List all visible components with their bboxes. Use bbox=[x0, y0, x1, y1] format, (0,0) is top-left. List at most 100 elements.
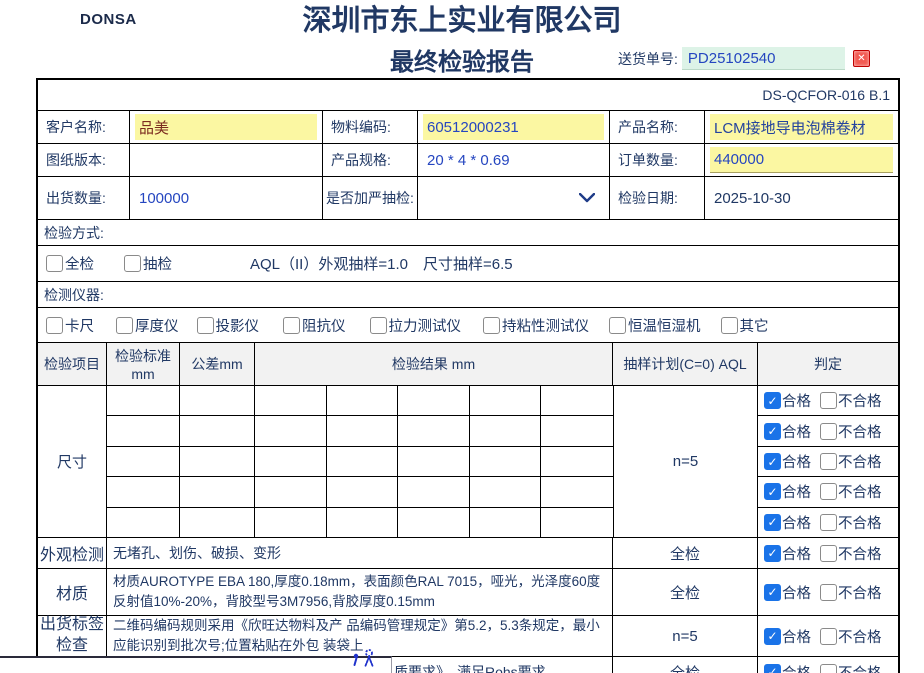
standard-cell[interactable] bbox=[107, 447, 180, 476]
result-cell[interactable] bbox=[541, 477, 613, 506]
fail-label: 不合格 bbox=[838, 626, 882, 647]
fail-checkbox[interactable] bbox=[820, 392, 837, 409]
tolerance-cell[interactable] bbox=[180, 477, 255, 506]
ship-qty-value[interactable]: 100000 bbox=[135, 185, 317, 211]
pass-label: 合格 bbox=[782, 626, 811, 647]
result-cell[interactable] bbox=[470, 416, 542, 445]
result-cell[interactable] bbox=[398, 386, 470, 415]
pass-checkbox[interactable]: ✓ bbox=[764, 483, 781, 500]
pass-checkbox[interactable]: ✓ bbox=[764, 664, 781, 673]
tolerance-cell[interactable] bbox=[180, 447, 255, 476]
result-cell[interactable] bbox=[327, 386, 399, 415]
projector-label: 投影仪 bbox=[216, 315, 260, 336]
tolerance-cell[interactable] bbox=[180, 416, 255, 445]
order-qty-value[interactable]: 440000 bbox=[710, 147, 893, 173]
close-icon[interactable]: ✕ bbox=[853, 50, 870, 67]
standard-cell[interactable] bbox=[107, 386, 180, 415]
product-spec-value[interactable]: 20 * 4 * 0.69 bbox=[423, 147, 604, 173]
result-cell[interactable] bbox=[255, 477, 327, 506]
inspection-date-label: 检验日期: bbox=[610, 177, 705, 219]
pass-checkbox[interactable]: ✓ bbox=[764, 514, 781, 531]
pass-checkbox[interactable]: ✓ bbox=[764, 423, 781, 440]
climate-chamber-label: 恒温恒湿机 bbox=[628, 315, 701, 336]
dimension-row bbox=[107, 477, 613, 507]
tolerance-cell[interactable] bbox=[180, 386, 255, 415]
standard-cell[interactable] bbox=[107, 508, 180, 537]
thickness-gauge-checkbox[interactable] bbox=[116, 317, 133, 334]
appearance-sampling-plan: 全检 bbox=[613, 538, 758, 568]
fail-checkbox[interactable] bbox=[820, 584, 837, 601]
sampling-check-label: 抽检 bbox=[143, 253, 172, 274]
tension-tester-label: 拉力测试仪 bbox=[389, 315, 462, 336]
result-cell[interactable] bbox=[398, 447, 470, 476]
product-name-value[interactable]: LCM接地导电泡棉卷材 bbox=[710, 114, 893, 140]
climate-chamber-checkbox[interactable] bbox=[609, 317, 626, 334]
aql-text: AQL（II）外观抽样=1.0 尺寸抽样=6.5 bbox=[250, 253, 513, 274]
full-check-checkbox[interactable] bbox=[46, 255, 63, 272]
result-cell[interactable] bbox=[255, 447, 327, 476]
fail-label: 不合格 bbox=[838, 451, 882, 472]
result-cell[interactable] bbox=[255, 416, 327, 445]
pass-checkbox[interactable]: ✓ bbox=[764, 392, 781, 409]
chevron-down-icon bbox=[579, 193, 595, 203]
result-cell[interactable] bbox=[541, 508, 613, 537]
result-cell[interactable] bbox=[470, 386, 542, 415]
rohs-sampling-plan: 全检 bbox=[613, 657, 758, 673]
standard-cell[interactable] bbox=[107, 416, 180, 445]
fail-checkbox[interactable] bbox=[820, 483, 837, 500]
strict-sampling-label: 是否加严抽检: bbox=[323, 177, 418, 219]
inspection-date-value[interactable]: 2025-10-30 bbox=[710, 185, 893, 211]
sampling-check-checkbox[interactable] bbox=[124, 255, 141, 272]
dimension-row bbox=[107, 447, 613, 477]
delivery-number-label: 送货单号: bbox=[618, 49, 678, 69]
dimension-section: 尺寸 bbox=[38, 386, 898, 538]
result-cell[interactable] bbox=[255, 386, 327, 415]
projector-checkbox[interactable] bbox=[197, 317, 214, 334]
product-name-label: 产品名称: bbox=[610, 111, 705, 143]
tolerance-cell[interactable] bbox=[180, 508, 255, 537]
result-cell[interactable] bbox=[327, 477, 399, 506]
material-criteria: 材质AUROTYPE EBA 180,厚度0.18mm，表面颜色RAL 7015… bbox=[107, 569, 613, 615]
pass-checkbox[interactable]: ✓ bbox=[764, 453, 781, 470]
info-row-3: 出货数量: 100000 是否加严抽检: 检验日期: 2025-10-30 bbox=[38, 177, 898, 220]
tension-tester-checkbox[interactable] bbox=[370, 317, 387, 334]
drawing-version-value[interactable] bbox=[135, 147, 317, 173]
result-cell[interactable] bbox=[470, 447, 542, 476]
other-instrument-checkbox[interactable] bbox=[721, 317, 738, 334]
fail-checkbox[interactable] bbox=[820, 664, 837, 673]
fail-label: 不合格 bbox=[838, 582, 882, 603]
result-cell[interactable] bbox=[398, 477, 470, 506]
pass-checkbox[interactable]: ✓ bbox=[764, 545, 781, 562]
fail-checkbox[interactable] bbox=[820, 628, 837, 645]
pass-checkbox[interactable]: ✓ bbox=[764, 584, 781, 601]
delivery-number-input[interactable] bbox=[682, 47, 845, 70]
caliper-checkbox[interactable] bbox=[46, 317, 63, 334]
result-cell[interactable] bbox=[470, 508, 542, 537]
result-cell[interactable] bbox=[541, 447, 613, 476]
pass-checkbox[interactable]: ✓ bbox=[764, 628, 781, 645]
result-cell[interactable] bbox=[470, 477, 542, 506]
result-cell[interactable] bbox=[327, 447, 399, 476]
strict-sampling-select[interactable] bbox=[418, 177, 609, 219]
fail-checkbox[interactable] bbox=[820, 423, 837, 440]
drawing-version-label: 图纸版本: bbox=[38, 144, 130, 176]
header-item: 检验项目 bbox=[38, 343, 107, 385]
customer-name-value[interactable]: 品美 bbox=[135, 114, 317, 140]
result-cell[interactable] bbox=[541, 416, 613, 445]
impedance-checkbox[interactable] bbox=[283, 317, 300, 334]
result-cell[interactable] bbox=[398, 416, 470, 445]
adhesion-tester-checkbox[interactable] bbox=[483, 317, 500, 334]
dimension-sampling-plan: n=5 bbox=[613, 386, 758, 537]
result-cell[interactable] bbox=[327, 416, 399, 445]
pass-label: 合格 bbox=[782, 390, 811, 411]
fail-checkbox[interactable] bbox=[820, 514, 837, 531]
fail-checkbox[interactable] bbox=[820, 453, 837, 470]
dimension-row bbox=[107, 508, 613, 537]
standard-cell[interactable] bbox=[107, 477, 180, 506]
result-cell[interactable] bbox=[541, 386, 613, 415]
material-code-value[interactable]: 60512000231 bbox=[423, 114, 604, 140]
fail-checkbox[interactable] bbox=[820, 545, 837, 562]
result-cell[interactable] bbox=[255, 508, 327, 537]
result-cell[interactable] bbox=[398, 508, 470, 537]
result-cell[interactable] bbox=[327, 508, 399, 537]
